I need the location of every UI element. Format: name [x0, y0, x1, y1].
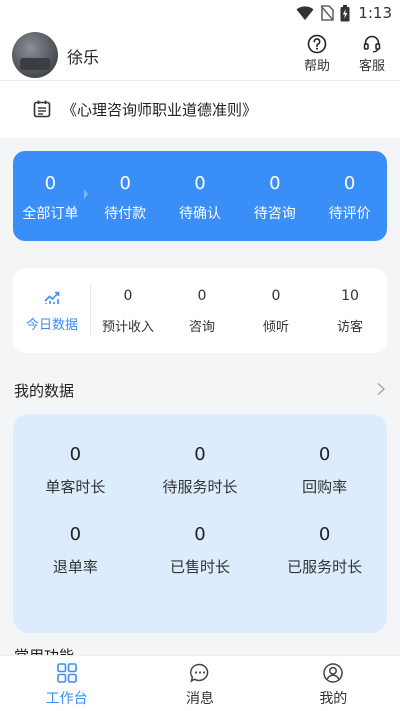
today-label: 预计收入 [101, 320, 154, 335]
trend-chart-icon [44, 291, 60, 304]
stat-value: 0 [69, 523, 82, 545]
stat-value: 0 [318, 523, 331, 545]
order-pending-review[interactable]: 0 待评价 [312, 151, 387, 241]
tab-workbench[interactable]: 工作台 [0, 656, 133, 711]
order-label: 待付款 [104, 206, 147, 222]
headset-icon [363, 35, 381, 53]
today-tab-label: 今日数据 [25, 318, 78, 333]
stat-served-duration: 0 已服务时长 [262, 524, 387, 604]
tab-messages[interactable]: 消息 [133, 656, 266, 711]
customer-service-button[interactable]: 客服 [352, 34, 392, 74]
stat-label: 待服务时长 [162, 478, 238, 496]
today-count: 0 [123, 288, 133, 304]
stat-label: 退单率 [52, 557, 98, 576]
today-data-tab[interactable]: 今日数据 [13, 268, 91, 353]
orders-card: 0 全部订单 0 待付款 0 待确认 0 待咨询 0 待评价 [13, 151, 387, 241]
battery-charging-icon [340, 4, 350, 21]
today-data-card: 今日数据 0 预计收入 0 咨询 0 倾听 10 访客 [13, 268, 387, 353]
user-icon [323, 663, 344, 683]
order-all[interactable]: 0 全部订单 [13, 151, 88, 241]
service-label: 客服 [358, 59, 385, 74]
order-count: 0 [343, 173, 356, 194]
order-label: 全部订单 [22, 206, 79, 222]
stat-label: 已服务时长 [287, 557, 363, 576]
bottom-tab-bar: 工作台 消息 我的 [0, 655, 400, 711]
order-count: 0 [194, 173, 206, 194]
stat-value: 0 [318, 444, 331, 465]
my-data-card: 0 单客时长 0 待服务时长 0 回购率 0 退单率 0 已售时长 0 已服务时… [13, 414, 387, 633]
tab-label: 工作台 [45, 691, 88, 707]
stat-per-client-duration: 0 单客时长 [13, 444, 138, 524]
today-count: 10 [341, 288, 359, 304]
help-button[interactable]: 帮助 [297, 34, 337, 74]
help-icon [307, 34, 327, 54]
calendar-icon [33, 100, 51, 118]
today-listen[interactable]: 0 倾听 [239, 268, 313, 353]
today-count: 0 [197, 288, 207, 304]
status-bar: 1:13 [0, 0, 400, 28]
stat-sold-duration: 0 已售时长 [138, 524, 263, 604]
tab-profile[interactable]: 我的 [267, 656, 400, 711]
stat-pending-service-duration: 0 待服务时长 [138, 444, 263, 524]
order-label: 待咨询 [253, 206, 296, 222]
tab-label: 消息 [185, 691, 214, 707]
stat-repurchase-rate: 0 回购率 [262, 444, 387, 524]
order-count: 0 [269, 173, 281, 194]
order-label: 待确认 [178, 206, 221, 222]
grid-icon [56, 663, 77, 683]
chevron-right-icon[interactable] [376, 382, 386, 396]
status-time: 1:13 [358, 4, 392, 22]
order-count: 0 [44, 173, 57, 194]
stat-label: 已售时长 [169, 557, 230, 576]
stat-label: 单客时长 [45, 478, 106, 496]
today-label: 访客 [336, 320, 363, 335]
order-pending-consult[interactable]: 0 待咨询 [237, 151, 312, 241]
notice-text: 《心理咨询师职业道德准则》 [62, 101, 258, 119]
today-consult[interactable]: 0 咨询 [165, 268, 239, 353]
stat-value: 0 [194, 444, 206, 465]
today-expected-income[interactable]: 0 预计收入 [91, 268, 165, 353]
today-label: 倾听 [262, 320, 289, 335]
tab-label: 我的 [319, 691, 348, 707]
today-count: 0 [271, 288, 281, 304]
avatar[interactable] [12, 32, 58, 78]
stat-value: 0 [194, 523, 206, 545]
stat-value: 0 [69, 444, 82, 465]
stat-refund-rate: 0 退单率 [13, 524, 138, 604]
help-label: 帮助 [303, 59, 330, 74]
stat-label: 回购率 [302, 478, 348, 496]
order-label: 待评价 [328, 206, 371, 222]
today-visitors[interactable]: 10 访客 [313, 268, 387, 353]
today-label: 咨询 [188, 320, 215, 335]
next-section-title-peek: 常用功能 [14, 645, 74, 655]
my-data-title: 我的数据 [14, 382, 75, 400]
username: 徐乐 [67, 48, 100, 67]
wifi-icon [296, 6, 314, 20]
order-pending-confirm[interactable]: 0 待确认 [163, 151, 238, 241]
header: 徐乐 帮助 客服 [0, 28, 400, 80]
no-sim-icon [320, 5, 335, 21]
message-icon [190, 663, 209, 683]
order-pending-payment[interactable]: 0 待付款 [88, 151, 163, 241]
ethics-notice-row[interactable]: 《心理咨询师职业道德准则》 [0, 81, 400, 138]
order-count: 0 [119, 173, 131, 194]
